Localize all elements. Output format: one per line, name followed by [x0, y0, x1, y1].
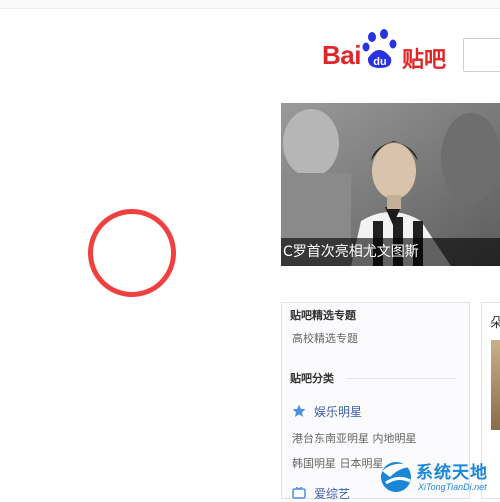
star-icon	[292, 404, 306, 417]
entertainment-subcategory-row-2[interactable]: 韩国明星 日本明星	[292, 455, 384, 471]
right-card-thumbnail[interactable]	[491, 340, 500, 430]
category-divider	[346, 378, 456, 379]
featured-topics-title: 贴吧精选专题	[290, 309, 356, 322]
top-border	[0, 0, 500, 9]
baidu-tieba-logo[interactable]: Bai du 贴吧	[322, 28, 452, 73]
banner-caption[interactable]: C罗首次亮相尤文图斯	[281, 238, 500, 266]
watermark-name: 系统天地	[416, 463, 488, 483]
college-topics-link[interactable]: 高校精选专题	[292, 330, 358, 346]
highlight-circle	[88, 209, 176, 297]
entertainment-subcategory-row-1[interactable]: 港台东南亚明星 内地明星	[292, 430, 417, 446]
tieba-categories-title: 贴吧分类	[290, 372, 334, 385]
banner-carousel[interactable]: C罗首次亮相尤文图斯	[281, 103, 500, 266]
watermark-logo-icon	[381, 462, 412, 492]
entertainment-category-link[interactable]: 娱乐明星	[314, 403, 362, 420]
logo-du-text: du	[373, 56, 386, 68]
site-watermark: 系统天地 XiTongTianDi.net	[376, 455, 500, 499]
variety-category-link[interactable]: 爱综艺	[314, 485, 350, 502]
logo-bai-text: Bai	[322, 40, 361, 70]
baidu-paw-icon: du	[362, 29, 397, 68]
logo-tieba-text: 贴吧	[402, 48, 447, 73]
right-card-title: 朵	[490, 312, 500, 331]
search-input[interactable]	[463, 38, 500, 72]
watermark-url: XiTongTianDi.net	[418, 482, 487, 492]
tv-icon	[292, 487, 306, 499]
